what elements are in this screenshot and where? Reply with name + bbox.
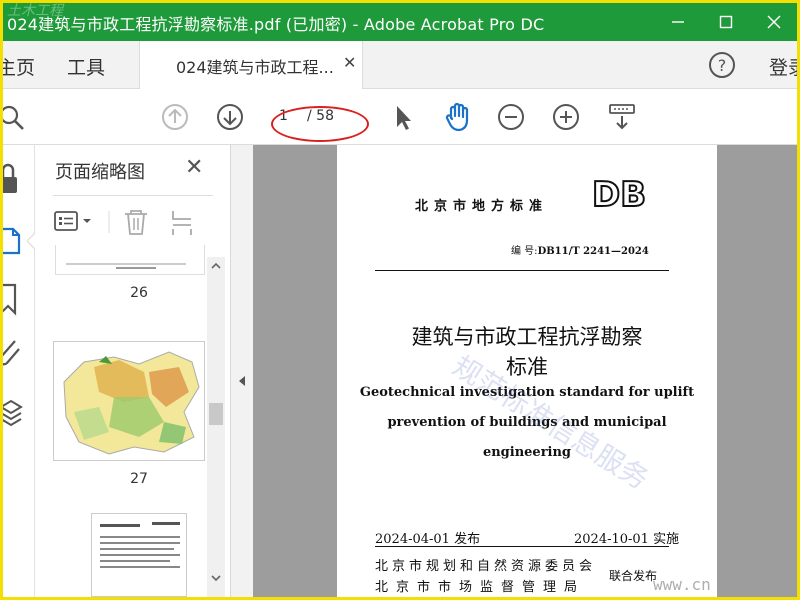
attachment-icon[interactable] <box>3 340 20 366</box>
zoom-out-icon <box>498 104 524 130</box>
map-thumbnail-image <box>63 351 200 455</box>
issue-date: 2024-04-01 发布 <box>375 532 481 547</box>
db-logo: DB <box>591 174 647 216</box>
title-chinese-line1: 建筑与市政工程抗浮勘察 <box>411 325 643 349</box>
tab-tools[interactable]: 工具 <box>67 53 105 80</box>
standard-header: 北京市地方标准 <box>415 199 549 214</box>
scroll-down-icon <box>211 575 221 582</box>
url-watermark: www.cn <box>653 575 711 594</box>
window-title: 024建筑与市政工程抗浮勘察标准.pdf (已加密) - Adobe Acrob… <box>7 15 545 34</box>
effective-date: 2024-10-01 实施 <box>574 532 680 547</box>
thumbnail-options-icon[interactable] <box>54 211 91 231</box>
thumbnail-page-number: 27 <box>130 471 148 487</box>
collapse-arrow-icon <box>239 376 245 386</box>
thumbnail-page-26[interactable] <box>55 245 205 275</box>
standard-code: 编 号:DB11/T 2241—2024 <box>511 246 649 257</box>
issuer-planning: 北京市规划和自然资源委员会 <box>375 559 597 574</box>
minimize-button[interactable] <box>655 3 701 41</box>
select-tool-button[interactable] <box>387 101 419 133</box>
date-rule <box>375 546 669 547</box>
close-tab-icon[interactable]: ✕ <box>343 53 356 72</box>
acrobat-window: 土木工程 024建筑与市政工程抗浮勘察标准.pdf (已加密) - Adobe … <box>3 3 797 597</box>
header-rule <box>375 270 669 271</box>
thumbnail-list: 26 27 <box>35 245 207 597</box>
thumbnail-scrollbar[interactable] <box>207 257 225 597</box>
thumbnails-panel: 页面缩略图 ✕ 26 27 <box>35 145 231 597</box>
extract-page-icon[interactable] <box>172 211 192 235</box>
maximize-button[interactable] <box>703 3 749 41</box>
page-number-annotation-ellipse <box>271 106 369 142</box>
scrollbar-thumb[interactable] <box>209 403 223 425</box>
toolbar: 1 / 58 <box>3 89 797 145</box>
previous-page-button[interactable] <box>159 101 191 133</box>
close-window-button[interactable] <box>751 3 797 41</box>
close-panel-icon[interactable]: ✕ <box>185 155 203 180</box>
tab-bar: 主页 工具 024建筑与市政工程... ✕ ? 登录 <box>3 41 797 89</box>
scroll-up-icon <box>211 262 221 269</box>
panel-title: 页面缩略图 <box>55 162 145 183</box>
zoom-in-button[interactable] <box>550 101 582 133</box>
bookmark-icon[interactable] <box>3 283 17 316</box>
svg-text:?: ? <box>718 56 727 75</box>
document-viewport[interactable]: 北京市地方标准 DB 编 号:DB11/T 2241—2024 建筑与市政工程抗… <box>253 145 797 597</box>
tab-home[interactable]: 主页 <box>3 53 35 80</box>
collapse-panel-handle[interactable] <box>231 145 253 597</box>
next-page-button[interactable] <box>214 101 246 133</box>
layers-icon[interactable] <box>3 399 23 427</box>
tab-document[interactable]: 024建筑与市政工程... ✕ <box>139 41 363 89</box>
issuer-market: 北京市市场监督管理局 <box>375 580 586 595</box>
zoom-in-icon <box>553 104 579 130</box>
title-chinese-line2: 标准 <box>506 355 548 379</box>
document-tab-label: 024建筑与市政工程... <box>176 58 334 77</box>
hand-tool-icon <box>445 102 469 132</box>
thumbnail-page-number: 26 <box>130 285 148 301</box>
search-button[interactable] <box>3 101 29 133</box>
joint-release-label: 联合发布 <box>609 569 658 583</box>
page-thumbnails-icon[interactable] <box>3 227 21 255</box>
page-up-icon <box>162 104 188 130</box>
lock-icon[interactable] <box>3 163 17 193</box>
pdf-page: 北京市地方标准 DB 编 号:DB11/T 2241—2024 建筑与市政工程抗… <box>337 145 717 597</box>
help-icon: ? <box>709 52 735 78</box>
maximize-icon <box>719 15 733 29</box>
close-icon <box>767 15 781 29</box>
search-icon <box>3 105 24 130</box>
thumbnail-page-28[interactable] <box>91 513 187 597</box>
minimize-icon <box>672 21 684 23</box>
keyboard-scroll-icon <box>609 104 635 130</box>
hand-tool-button[interactable] <box>441 101 473 133</box>
thumbnail-page-27[interactable] <box>53 341 205 461</box>
help-button[interactable]: ? <box>708 51 736 83</box>
title-bar: 土木工程 024建筑与市政工程抗浮勘察标准.pdf (已加密) - Adobe … <box>3 3 797 41</box>
page-down-icon <box>217 104 243 130</box>
scroll-mode-button[interactable] <box>606 101 638 133</box>
zoom-out-button[interactable] <box>495 101 527 133</box>
select-cursor-icon <box>397 106 411 130</box>
login-button[interactable]: 登录 <box>769 53 797 80</box>
left-navigation-rail <box>3 145 37 597</box>
delete-page-icon[interactable] <box>125 210 147 235</box>
title-english-line3: engineering <box>482 445 572 460</box>
